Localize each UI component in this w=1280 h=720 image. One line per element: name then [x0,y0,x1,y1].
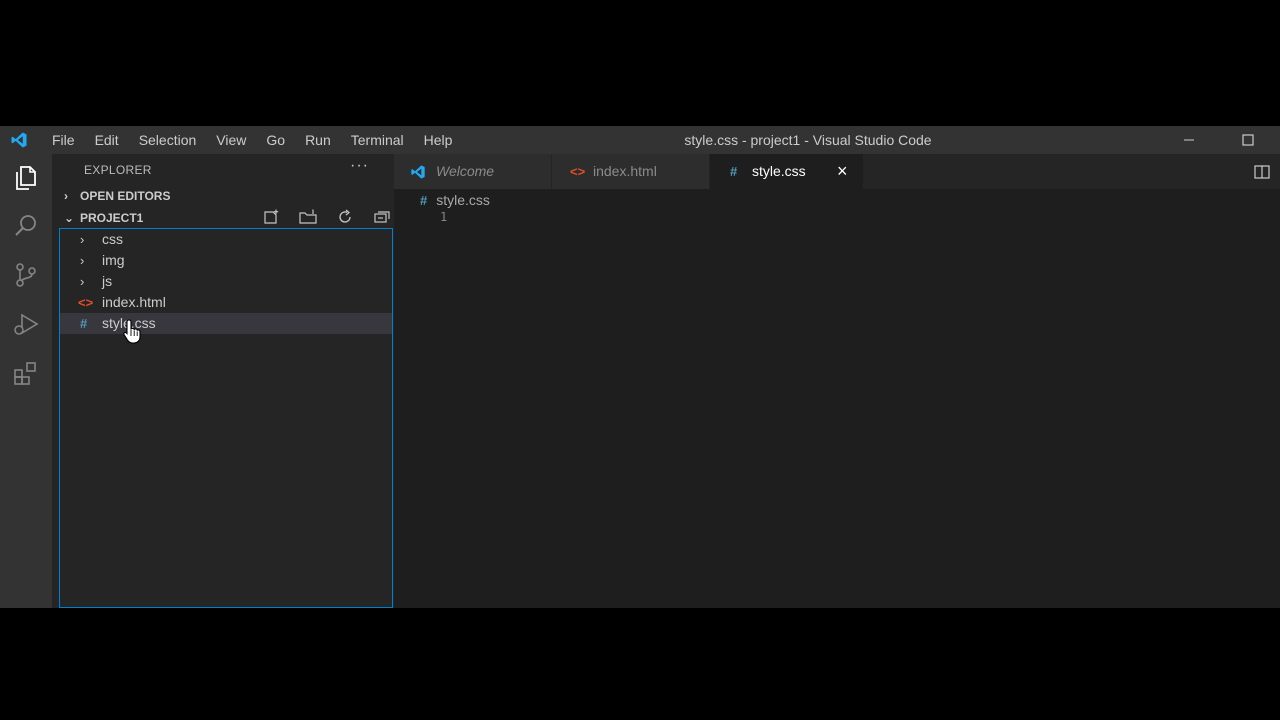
open-editors-label: OPEN EDITORS [80,189,171,203]
vscode-window: File Edit Selection View Go Run Terminal… [0,126,1280,608]
hand-cursor-icon [123,319,141,344]
chevron-right-icon: › [64,189,68,203]
more-actions-icon[interactable]: ··· [350,157,369,175]
search-button[interactable] [10,210,42,242]
tree-item-label: index.html [102,294,166,310]
tab-style-css[interactable]: # style.css × [710,154,863,189]
minimize-icon [1184,139,1194,141]
explorer-header: EXPLORER [84,163,152,177]
tree-item-label: css [102,231,123,247]
open-editors-section[interactable]: › OPEN EDITORS [64,185,170,207]
html-file-icon: <> [78,295,94,310]
project-actions [252,206,400,228]
explorer-icon [16,166,36,190]
file-tree: › css › img › js <> index.html # style.c… [59,228,393,608]
tree-item-js[interactable]: › js [60,271,392,292]
css-file-icon: # [420,193,428,208]
new-file-button[interactable] [252,206,289,228]
line-number: 1 [440,210,448,224]
source-control-icon [16,263,36,287]
window-title: style.css - project1 - Visual Studio Cod… [684,132,932,148]
project-section[interactable]: ⌄ PROJECT1 [64,207,143,229]
source-control-button[interactable] [10,259,42,291]
search-icon [15,215,36,236]
run-debug-button[interactable] [10,308,42,340]
tab-label: index.html [593,163,657,179]
extensions-icon [14,362,36,385]
editor-tabs: Welcome <> index.html # style.css × [394,154,1280,189]
refresh-button[interactable] [326,206,363,228]
explorer-sidebar: EXPLORER ··· › OPEN EDITORS ⌄ PROJECT1 ›… [52,154,394,608]
chevron-down-icon: ⌄ [64,211,75,225]
close-icon[interactable]: × [837,154,848,189]
vscode-icon [411,165,425,179]
breadcrumb-file: style.css [436,192,490,208]
refresh-icon [338,209,351,223]
split-editor-icon [1254,164,1270,179]
tree-item-img[interactable]: › img [60,250,392,271]
extensions-button[interactable] [10,357,42,389]
run-debug-icon [14,313,39,335]
maximize-button[interactable] [1225,126,1271,154]
tree-item-style-css[interactable]: # style.css [60,313,392,334]
new-folder-icon [298,209,317,224]
tree-item-label: img [102,252,125,268]
breadcrumb[interactable]: # style.css [420,189,490,211]
collapse-all-button[interactable] [363,206,400,228]
tree-item-label: js [102,273,113,289]
minimize-button[interactable] [1166,126,1212,154]
chevron-right-icon: › [80,274,85,289]
activity-bar [0,154,52,608]
css-file-icon: # [80,316,88,331]
title-bar: File Edit Selection View Go Run Terminal… [0,126,1280,154]
project-label: PROJECT1 [80,211,144,225]
tree-item-css[interactable]: › css [60,229,392,250]
explorer-button[interactable] [10,162,42,194]
tab-label: Welcome [436,163,495,179]
new-folder-button[interactable] [289,206,326,228]
line-numbers: 1 [440,208,447,227]
tree-item-index-html[interactable]: <> index.html [60,292,392,313]
css-file-icon: # [730,164,738,179]
tab-label: style.css [752,163,806,179]
maximize-icon [1242,134,1254,146]
new-file-icon [263,209,278,224]
tab-index-html[interactable]: <> index.html [552,154,709,189]
chevron-right-icon: › [80,253,85,268]
split-editor-button[interactable] [1252,154,1272,189]
chevron-right-icon: › [80,232,85,247]
tab-welcome[interactable]: Welcome [394,154,551,189]
collapse-all-icon [373,211,390,223]
html-file-icon: <> [570,164,586,179]
